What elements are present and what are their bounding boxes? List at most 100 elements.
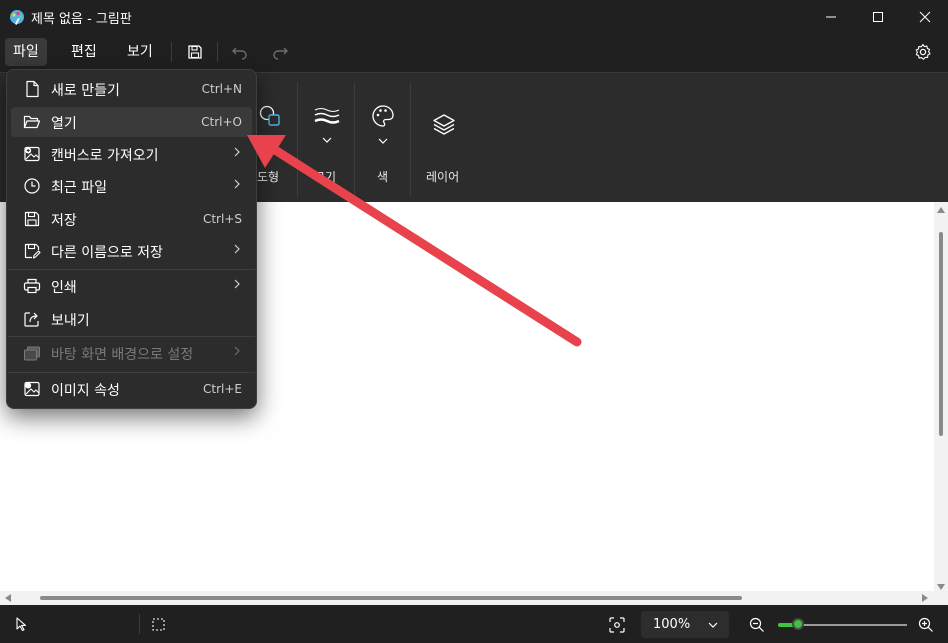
pointer-icon: [16, 617, 27, 631]
chevron-right-icon: [234, 279, 240, 289]
status-divider: [139, 614, 140, 634]
menu-item-shortcut: Ctrl+O: [201, 115, 242, 129]
zoom-in-icon: [918, 617, 933, 632]
clock-icon: [24, 178, 40, 194]
colors-label: 색: [377, 170, 389, 184]
save-icon: [188, 45, 202, 59]
menu-item-save[interactable]: 저장 Ctrl+S: [11, 204, 252, 234]
menu-item-label: 열기: [51, 116, 77, 132]
stroke-size-icon: [314, 108, 340, 124]
menu-item-label: 최근 파일: [51, 180, 107, 196]
menu-divider: [171, 42, 172, 62]
menu-item-open[interactable]: 열기 Ctrl+O: [11, 107, 252, 137]
zoom-level-dropdown[interactable]: 100%: [641, 611, 729, 638]
menu-item-send[interactable]: 보내기: [11, 304, 252, 334]
gear-icon: [915, 43, 931, 60]
shapes-icon: [259, 105, 280, 126]
shapes-label: 도형: [257, 170, 280, 184]
image-properties-icon: [24, 381, 40, 397]
fit-to-window-button[interactable]: [609, 617, 625, 633]
menu-item-set-as-wallpaper: 바탕 화면 배경으로 설정: [11, 338, 252, 368]
save-icon: [24, 211, 40, 227]
scroll-left-icon[interactable]: [5, 594, 11, 602]
selection-icon: [152, 618, 165, 631]
close-icon: [919, 11, 931, 23]
redo-button[interactable]: [268, 41, 292, 63]
layers-group[interactable]: 레이어: [424, 112, 464, 188]
menu-item-label: 다른 이름으로 저장: [51, 245, 163, 261]
ribbon-divider: [297, 82, 298, 197]
wallpaper-icon: [24, 346, 40, 361]
menu-item-new[interactable]: 새로 만들기 Ctrl+N: [11, 74, 252, 104]
menu-item-recent-files[interactable]: 최근 파일: [11, 171, 252, 201]
ribbon-divider: [410, 82, 411, 197]
menu-item-label: 저장: [51, 213, 77, 229]
cursor-position-indicator: [15, 617, 27, 631]
menu-item-shortcut: Ctrl+E: [203, 382, 242, 396]
ribbon-divider: [354, 82, 355, 197]
menu-item-import-to-canvas[interactable]: 캔버스로 가져오기: [11, 139, 252, 169]
menu-file[interactable]: 파일: [5, 38, 47, 66]
chevron-down-icon: [322, 137, 332, 143]
undo-icon: [232, 47, 247, 60]
horizontal-scrollbar[interactable]: [0, 591, 934, 605]
new-file-icon: [26, 80, 39, 98]
scroll-down-icon[interactable]: [937, 584, 945, 590]
palette-icon: [372, 105, 394, 127]
horizontal-scroll-thumb[interactable]: [40, 596, 742, 600]
import-image-icon: [24, 146, 40, 162]
menu-divider: [217, 42, 218, 62]
menu-item-label: 보내기: [51, 313, 90, 329]
menu-item-image-properties[interactable]: 이미지 속성 Ctrl+E: [11, 374, 252, 404]
quick-save-button[interactable]: [183, 41, 207, 63]
paint-app-icon: [9, 9, 25, 25]
menu-separator: [8, 269, 255, 270]
menu-item-label: 바탕 화면 배경으로 설정: [51, 347, 194, 363]
save-as-icon: [24, 243, 41, 259]
zoom-level-value: 100%: [653, 617, 691, 632]
zoom-slider-thumb[interactable]: [792, 618, 804, 630]
chevron-down-icon: [708, 622, 718, 628]
zoom-out-button[interactable]: [749, 617, 765, 633]
redo-icon: [273, 47, 288, 60]
minimize-button[interactable]: [808, 0, 854, 34]
chevron-right-icon: [234, 179, 240, 189]
scroll-up-icon[interactable]: [937, 207, 945, 213]
menu-separator: [8, 372, 255, 373]
menu-separator: [8, 336, 255, 337]
maximize-button[interactable]: [855, 0, 901, 34]
menu-item-label: 인쇄: [51, 280, 77, 296]
chevron-down-icon: [378, 138, 388, 144]
vertical-scrollbar[interactable]: [934, 202, 948, 605]
print-icon: [23, 278, 41, 294]
scroll-right-icon[interactable]: [922, 594, 928, 602]
close-button[interactable]: [902, 0, 948, 34]
menu-item-save-as[interactable]: 다른 이름으로 저장: [11, 236, 252, 266]
menu-edit[interactable]: 편집: [63, 38, 105, 66]
settings-button[interactable]: [911, 41, 935, 63]
layers-label: 레이어: [426, 170, 460, 184]
zoom-slider-track: [800, 624, 907, 626]
share-icon: [24, 312, 39, 327]
selection-size-indicator: [152, 618, 165, 631]
chevron-right-icon: [234, 147, 240, 157]
zoom-slider[interactable]: [778, 618, 907, 630]
vertical-scroll-thumb[interactable]: [939, 232, 943, 436]
file-menu-dropdown: 새로 만들기 Ctrl+N 열기 Ctrl+O 캔버스로 가져오기 최근 파일: [6, 69, 257, 409]
chevron-right-icon: [234, 346, 240, 356]
shapes-group[interactable]: 도형: [256, 104, 284, 188]
layers-icon: [433, 114, 455, 135]
zoom-out-icon: [749, 617, 764, 632]
menu-item-label: 새로 만들기: [51, 83, 120, 99]
menu-item-print[interactable]: 인쇄: [11, 271, 252, 301]
zoom-in-button[interactable]: [918, 617, 934, 633]
chevron-right-icon: [234, 244, 240, 254]
window-title: 제목 없음 - 그림판: [31, 12, 132, 27]
undo-button[interactable]: [228, 41, 252, 63]
fit-screen-icon: [609, 617, 625, 633]
brush-size-group[interactable]: 크기: [310, 104, 344, 188]
menu-item-label: 캔버스로 가져오기: [51, 148, 159, 164]
title-bar: [0, 0, 948, 34]
colors-group[interactable]: 색: [368, 104, 398, 188]
menu-view[interactable]: 보기: [119, 38, 161, 66]
